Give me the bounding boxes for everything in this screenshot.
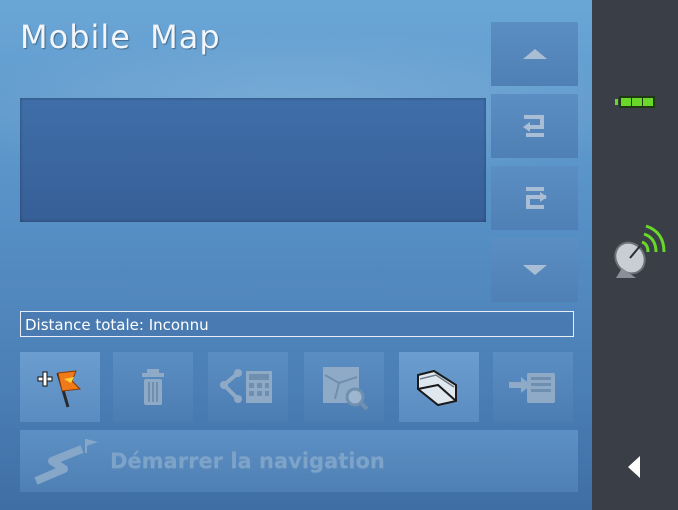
back-arrow-icon[interactable] <box>626 454 642 480</box>
add-waypoint-flag-icon <box>37 370 82 408</box>
delete-button[interactable] <box>113 352 193 422</box>
start-navigation-label: Démarrer la navigation <box>110 449 385 473</box>
export-route-button[interactable] <box>493 352 573 422</box>
total-distance-label: Distance totale: Inconnu <box>20 311 574 337</box>
route-calculator-button[interactable] <box>208 352 288 422</box>
battery-icon <box>615 96 655 108</box>
route-calculator-icon <box>220 369 272 403</box>
export-route-icon <box>509 373 555 403</box>
map-search-icon <box>323 367 369 411</box>
gps-satellite-icon[interactable] <box>610 222 666 282</box>
scroll-down-button[interactable] <box>491 238 578 302</box>
rotate-right-icon <box>525 187 547 209</box>
app-title: Mobile Map <box>20 18 221 56</box>
status-bar <box>592 0 678 510</box>
add-waypoint-button[interactable] <box>20 352 100 422</box>
rotate-left-icon <box>522 115 544 137</box>
start-navigation-button[interactable]: Démarrer la navigation <box>20 430 578 492</box>
trash-icon <box>142 369 164 405</box>
arrow-up-icon <box>522 49 547 59</box>
rotate-left-button[interactable] <box>491 94 578 158</box>
route-list[interactable] <box>20 98 486 222</box>
main-panel: Mobile Map Distance totale: Inconnu Déma… <box>0 0 592 510</box>
scroll-up-button[interactable] <box>491 22 578 86</box>
rotate-right-button[interactable] <box>491 166 578 230</box>
arrow-down-icon <box>522 265 547 275</box>
map-search-button[interactable] <box>304 352 384 422</box>
folder-icon <box>417 369 457 407</box>
open-folder-button[interactable] <box>399 352 479 422</box>
navigation-route-icon <box>34 439 98 485</box>
